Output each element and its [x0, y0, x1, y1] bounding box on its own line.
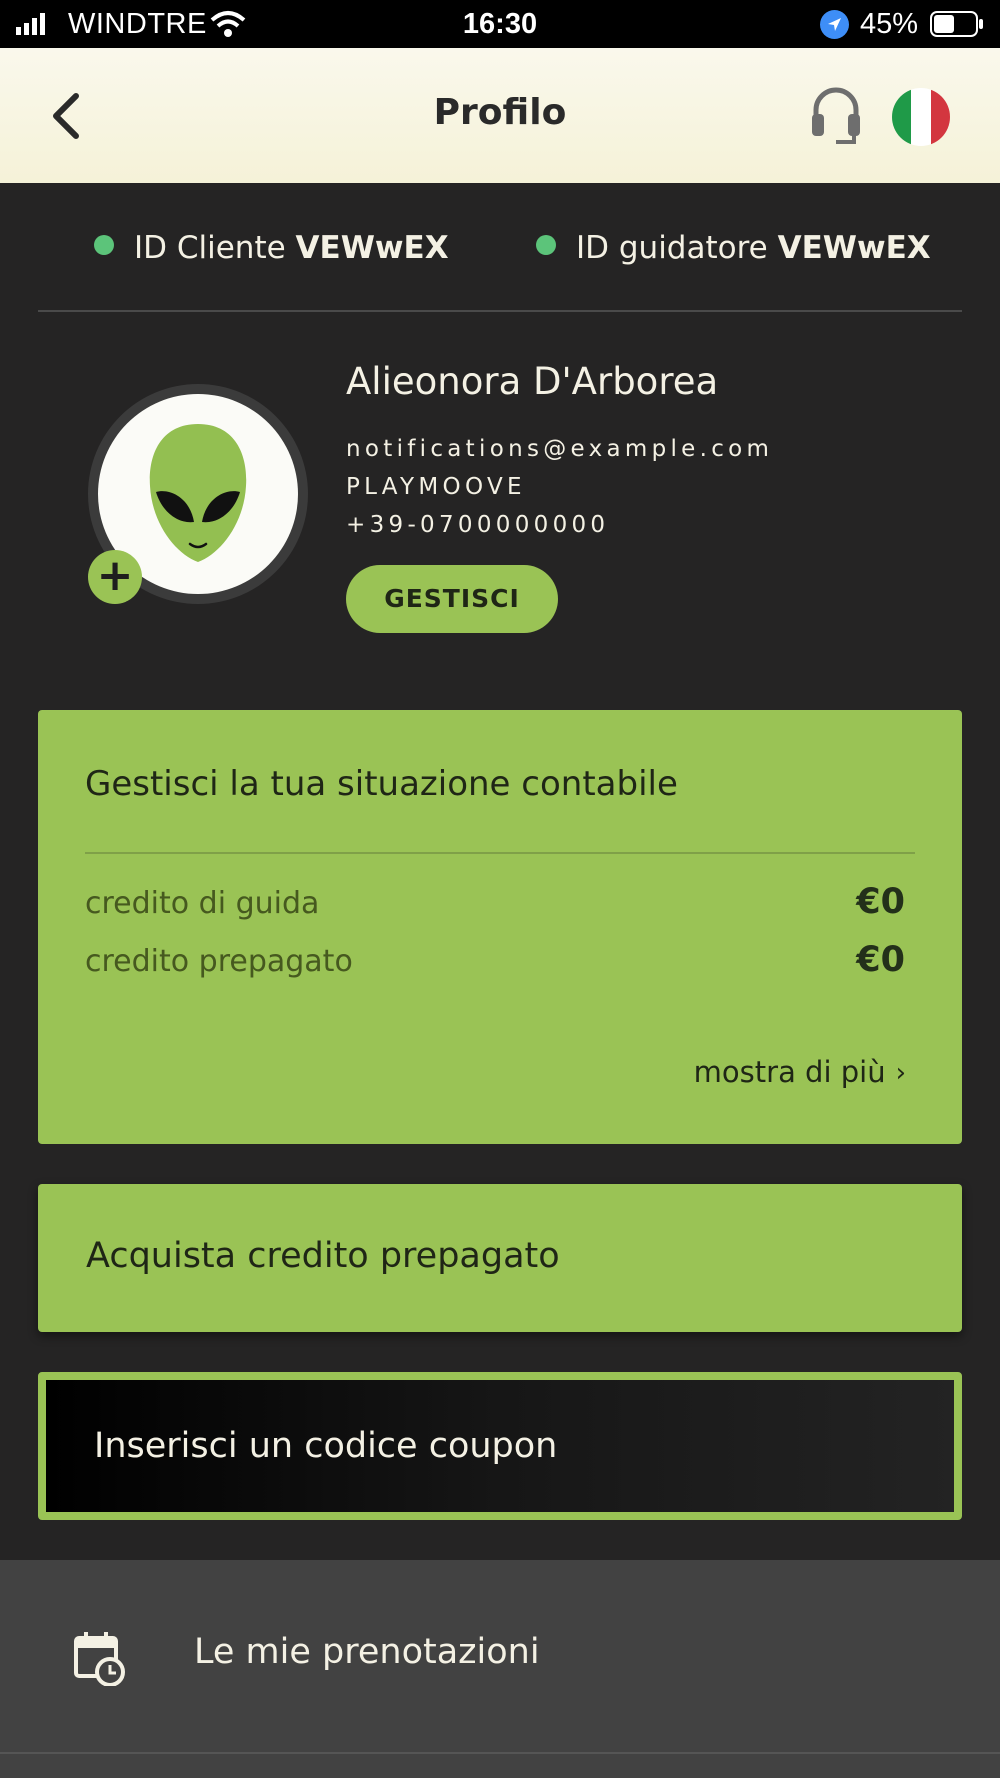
divider — [85, 852, 915, 854]
credit-row-prepaid: credito prepagato €0 — [85, 940, 935, 984]
credit-label: credito di guida — [85, 886, 320, 921]
battery-icon — [930, 11, 983, 37]
bookings-label: Le mie prenotazioni — [194, 1632, 540, 1672]
status-dot — [536, 235, 556, 255]
credit-value: €0 — [856, 882, 905, 922]
buy-credit-label: Acquista credito prepagato — [86, 1236, 560, 1276]
account-title: Gestisci la tua situazione contabile — [85, 764, 678, 804]
driver-id: ID guidatore VEWwEX — [536, 230, 931, 266]
customer-id: ID Cliente VEWwEX — [94, 230, 449, 266]
add-photo-button[interactable]: + — [88, 550, 142, 604]
coupon-label: Inserisci un codice coupon — [94, 1426, 558, 1466]
my-bookings-item[interactable]: Le mie prenotazioni — [0, 1560, 1000, 1752]
buy-prepaid-credit-button[interactable]: Acquista credito prepagato — [38, 1184, 962, 1332]
id-row: ID Cliente VEWwEX ID guidatore VEWwEX — [0, 220, 1000, 270]
status-bar: WINDTRE 16:30 45% — [0, 0, 1000, 48]
chevron-right-icon: › — [895, 1058, 906, 1088]
divider — [38, 310, 962, 312]
italy-flag-icon[interactable] — [892, 88, 950, 146]
manage-profile-button[interactable]: GESTISCI — [346, 565, 558, 633]
next-menu-item-edge — [0, 1754, 1000, 1778]
customer-id-value: VEWwEX — [295, 230, 449, 266]
coupon-code-button[interactable]: Inserisci un codice coupon — [38, 1372, 962, 1520]
headset-icon[interactable] — [808, 84, 864, 148]
calendar-clock-icon — [74, 1632, 125, 1686]
status-dot — [94, 235, 114, 255]
user-phone: +39-0700000000 — [346, 512, 610, 538]
app-header: Profilo — [0, 48, 1000, 183]
credit-label: credito prepagato — [85, 944, 353, 979]
credit-value: €0 — [856, 940, 905, 980]
driver-id-value: VEWwEX — [777, 230, 931, 266]
credit-row-driving: credito di guida €0 — [85, 882, 935, 926]
show-more-label: mostra di più — [693, 1055, 886, 1089]
user-email: notifications@example.com — [346, 436, 774, 462]
user-name: Alieonora D'Arborea — [346, 360, 719, 403]
customer-id-label: ID Cliente — [134, 230, 286, 266]
location-icon — [820, 10, 849, 39]
account-card: Gestisci la tua situazione contabile cre… — [38, 710, 962, 1144]
clock: 16:30 — [462, 8, 538, 40]
user-company: PLAYMOOVE — [346, 474, 526, 500]
show-more-link[interactable]: mostra di più › — [694, 1055, 906, 1089]
battery-percent: 45% — [860, 8, 919, 40]
driver-id-label: ID guidatore — [576, 230, 768, 266]
